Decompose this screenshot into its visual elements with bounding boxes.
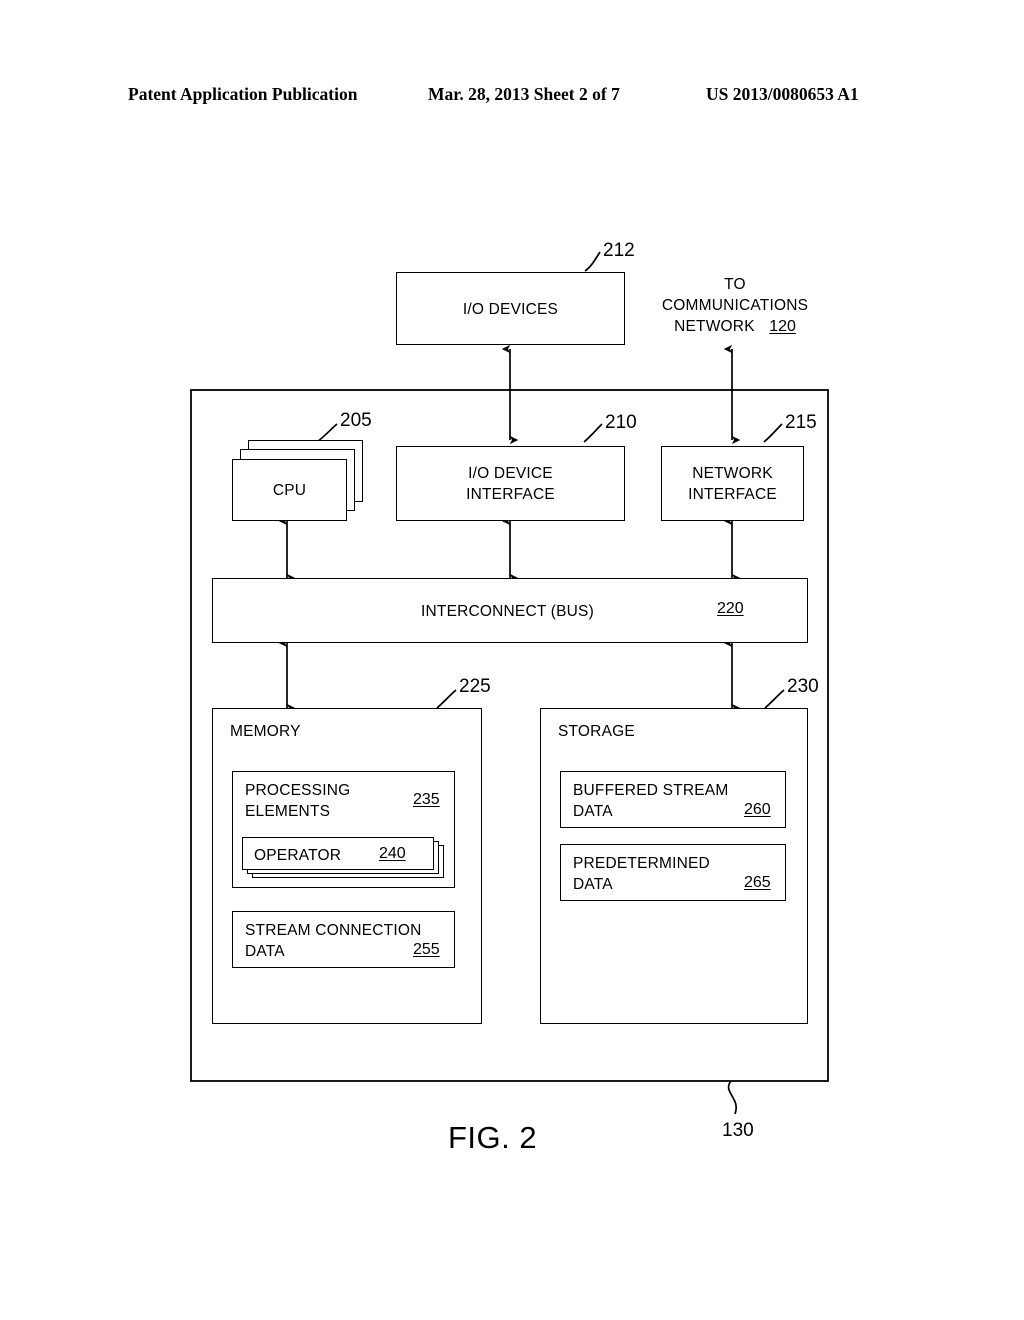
callout-210: 210: [605, 412, 637, 433]
publication-type-label: Patent Application Publication: [128, 84, 358, 104]
network-ref-120: 120: [769, 318, 796, 335]
interconnect-ref-220: 220: [717, 600, 744, 617]
communications-network-note: TO COMMUNICATIONS NETWORK 120: [650, 274, 820, 337]
predetermined-data-ref-265: 265: [744, 874, 771, 891]
interconnect-label: INTERCONNECT (BUS): [421, 603, 594, 620]
system-ref-130: 130: [722, 1120, 754, 1141]
network-interface-box: NETWORK INTERFACE: [661, 446, 804, 521]
buffered-stream-data-ref-260: 260: [744, 801, 771, 818]
leader-line-130: [727, 1080, 738, 1115]
io-device-interface-box: I/O DEVICE INTERFACE: [396, 446, 625, 521]
predetermined-data-line1: PREDETERMINED: [573, 855, 710, 872]
network-interface-line1: NETWORK: [692, 465, 773, 482]
interconnect-bus-box: INTERCONNECT (BUS) 220: [212, 578, 808, 643]
callout-225: 225: [459, 676, 491, 697]
network-interface-line2: INTERFACE: [688, 486, 777, 503]
buffered-stream-data-line2: DATA: [573, 803, 613, 820]
leader-line-225: [436, 689, 457, 709]
stream-connection-data-box: STREAM CONNECTION DATA 255: [232, 911, 455, 968]
io-device-interface-line1: I/O DEVICE: [468, 465, 553, 482]
processing-elements-ref-235: 235: [413, 791, 440, 808]
io-device-interface-line2: INTERFACE: [466, 486, 555, 503]
leader-line-212: [584, 251, 601, 272]
processing-elements-line2: ELEMENTS: [245, 803, 331, 820]
operator-box: OPERATOR 240: [242, 837, 434, 870]
stream-connection-data-line1: STREAM CONNECTION: [245, 922, 422, 939]
page-header: Patent Application Publication Mar. 28, …: [0, 84, 1024, 110]
network-note-line2: COMMUNICATIONS: [661, 297, 809, 314]
predetermined-data-line2: DATA: [573, 876, 613, 893]
storage-label: STORAGE: [558, 723, 635, 740]
network-note-line1: TO: [724, 276, 746, 293]
io-devices-label: I/O DEVICES: [462, 301, 559, 318]
io-devices-box: I/O DEVICES: [396, 272, 625, 345]
leader-line-215: [763, 423, 783, 443]
network-note-line3: NETWORK: [674, 318, 755, 335]
buffered-stream-data-line1: BUFFERED STREAM: [573, 782, 729, 799]
stream-connection-data-ref-255: 255: [413, 941, 440, 958]
stream-connection-data-line2: DATA: [245, 943, 285, 960]
leader-line-230: [764, 689, 785, 709]
callout-230: 230: [787, 676, 819, 697]
processing-elements-line1: PROCESSING: [245, 782, 351, 799]
operator-label: OPERATOR: [254, 847, 342, 864]
cpu-box: CPU: [232, 459, 347, 521]
publication-number: US 2013/0080653 A1: [706, 84, 859, 104]
publication-date-sheet: Mar. 28, 2013 Sheet 2 of 7: [428, 84, 620, 104]
callout-215: 215: [785, 412, 817, 433]
leader-line-210: [583, 423, 603, 443]
predetermined-data-box: PREDETERMINED DATA 265: [560, 844, 786, 901]
operator-ref-240: 240: [379, 845, 406, 862]
memory-label: MEMORY: [230, 723, 301, 740]
figure-caption: FIG. 2: [448, 1120, 538, 1155]
cpu-label: CPU: [272, 482, 307, 499]
callout-205: 205: [340, 410, 372, 431]
buffered-stream-data-box: BUFFERED STREAM DATA 260: [560, 771, 786, 828]
callout-212: 212: [603, 240, 635, 261]
